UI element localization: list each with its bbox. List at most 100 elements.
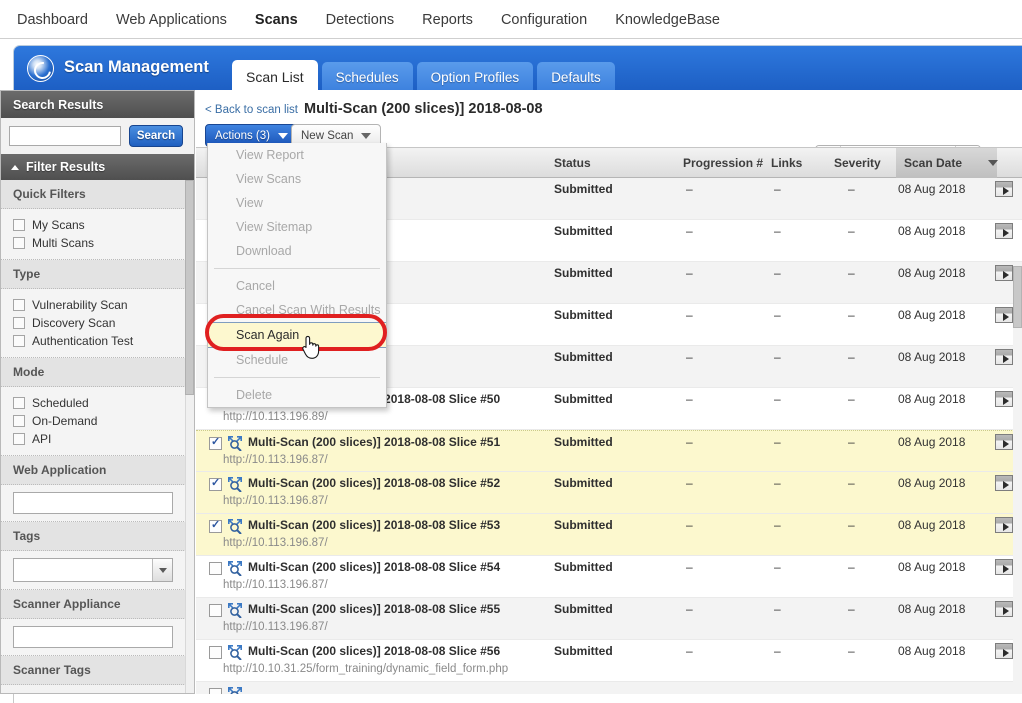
tab-schedules[interactable]: Schedules bbox=[321, 62, 413, 90]
chevron-down-icon bbox=[277, 132, 288, 139]
table-row[interactable]: Multi-Scan (200 slices)] 2018-08-08 Slic… bbox=[196, 598, 1022, 640]
scan-date: 08 Aug 2018 bbox=[898, 266, 966, 280]
table-row[interactable]: Multi-Scan (200 slices)] 2018-08-08 Slic… bbox=[196, 514, 1022, 556]
checkbox-label: Scheduled bbox=[32, 396, 89, 410]
scan-progression: – bbox=[686, 476, 693, 490]
column-header-scan-date[interactable]: Scan Date bbox=[896, 148, 999, 178]
scan-url[interactable]: http://10.10.31.25/form_training/dynamic… bbox=[223, 663, 508, 675]
run-scan-icon[interactable] bbox=[995, 307, 1013, 323]
checkbox-authentication-test[interactable]: Authentication Test bbox=[13, 332, 194, 350]
column-header-links[interactable]: Links bbox=[771, 148, 802, 178]
scan-links: – bbox=[774, 350, 781, 364]
menu-item-scan-again[interactable]: Scan Again bbox=[208, 322, 386, 348]
checkbox-box-icon bbox=[13, 397, 25, 409]
filter-results-header[interactable]: Filter Results bbox=[1, 154, 194, 180]
scan-name[interactable]: Multi-Scan (200 slices)] 2018-08-08 Slic… bbox=[248, 602, 500, 616]
checkbox-api[interactable]: API bbox=[13, 430, 194, 448]
scan-url[interactable]: http://10.113.196.87/ bbox=[223, 495, 328, 507]
run-scan-icon[interactable] bbox=[995, 223, 1013, 239]
scan-name[interactable]: Multi-Scan (200 slices)] 2018-08-08 Slic… bbox=[248, 518, 500, 532]
row-checkbox[interactable] bbox=[209, 604, 222, 617]
sidebar-scrollbar[interactable] bbox=[185, 180, 194, 693]
checkbox-box-icon bbox=[13, 219, 25, 231]
scan-progression: – bbox=[686, 266, 693, 280]
topnav-item-configuration[interactable]: Configuration bbox=[501, 12, 587, 28]
scan-name[interactable]: Multi-Scan (200 slices)] 2018-08-08 Slic… bbox=[248, 476, 500, 490]
run-scan-icon[interactable] bbox=[995, 643, 1013, 659]
scan-date: 08 Aug 2018 bbox=[898, 224, 966, 238]
menu-item-view-sitemap: View Sitemap bbox=[236, 220, 313, 234]
checkbox-on-demand[interactable]: On-Demand bbox=[13, 412, 194, 430]
search-input[interactable] bbox=[9, 126, 121, 146]
tab-defaults[interactable]: Defaults bbox=[537, 62, 615, 90]
scan-preview-icon[interactable] bbox=[227, 518, 243, 534]
scan-preview-icon[interactable] bbox=[227, 644, 243, 660]
scan-severity: – bbox=[848, 602, 855, 616]
group-body-mode: Scheduled On-Demand API bbox=[1, 387, 194, 456]
run-scan-icon[interactable] bbox=[995, 475, 1013, 491]
checkbox-discovery-scan[interactable]: Discovery Scan bbox=[13, 314, 194, 332]
scan-name[interactable]: Multi-Scan (200 slices)] 2018-08-08 Slic… bbox=[248, 435, 500, 449]
topnav-item-detections[interactable]: Detections bbox=[326, 12, 395, 28]
scanner-appliance-input[interactable] bbox=[13, 626, 173, 648]
scan-preview-icon[interactable] bbox=[227, 476, 243, 492]
table-row[interactable]: Multi-Scan (200 slices)] 2018-08-08 Slic… bbox=[196, 472, 1022, 514]
scan-preview-icon[interactable] bbox=[227, 602, 243, 618]
scan-severity: – bbox=[848, 266, 855, 280]
column-header-status[interactable]: Status bbox=[554, 148, 591, 178]
scan-url[interactable]: http://10.113.196.87/ bbox=[223, 579, 328, 591]
topnav-item-dashboard[interactable]: Dashboard bbox=[17, 12, 88, 28]
topnav-item-knowledgebase[interactable]: KnowledgeBase bbox=[615, 12, 720, 28]
scan-progression: – bbox=[686, 308, 693, 322]
checkbox-vulnerability-scan[interactable]: Vulnerability Scan bbox=[13, 296, 194, 314]
run-scan-icon[interactable] bbox=[995, 434, 1013, 450]
table-scrollbar[interactable] bbox=[1013, 266, 1022, 703]
row-checkbox[interactable] bbox=[209, 435, 222, 450]
row-checkbox[interactable] bbox=[209, 518, 222, 533]
topnav-item-scans[interactable]: Scans bbox=[255, 12, 298, 28]
run-scan-icon[interactable] bbox=[995, 391, 1013, 407]
run-scan-icon[interactable] bbox=[995, 601, 1013, 617]
chevron-down-icon[interactable] bbox=[152, 559, 172, 581]
table-scrollbar-thumb[interactable] bbox=[1013, 266, 1022, 328]
checkbox-label: My Scans bbox=[32, 218, 85, 232]
run-scan-icon[interactable] bbox=[995, 181, 1013, 197]
topnav-item-reports[interactable]: Reports bbox=[422, 12, 473, 28]
scan-preview-icon[interactable] bbox=[227, 560, 243, 576]
scan-status: Submitted bbox=[554, 602, 613, 616]
run-scan-icon[interactable] bbox=[995, 559, 1013, 575]
scan-name[interactable]: Multi-Scan (200 slices)] 2018-08-08 Slic… bbox=[248, 644, 500, 658]
row-checkbox[interactable] bbox=[209, 646, 222, 659]
scan-preview-icon[interactable] bbox=[227, 435, 243, 451]
scan-url[interactable]: http://10.113.196.87/ bbox=[223, 454, 328, 466]
checkbox-my-scans[interactable]: My Scans bbox=[13, 216, 194, 234]
topnav-item-web-applications[interactable]: Web Applications bbox=[116, 12, 227, 28]
row-checkbox[interactable] bbox=[209, 476, 222, 491]
table-row[interactable]: Multi-Scan (200 slices)] 2018-08-08 Slic… bbox=[196, 640, 1022, 682]
sidebar-scrollbar-thumb[interactable] bbox=[185, 180, 194, 395]
run-scan-icon[interactable] bbox=[995, 517, 1013, 533]
web-application-input[interactable] bbox=[13, 492, 173, 514]
tab-option-profiles[interactable]: Option Profiles bbox=[416, 62, 534, 90]
scan-links: – bbox=[774, 435, 781, 449]
scan-url[interactable]: http://10.113.196.87/ bbox=[223, 537, 328, 549]
checkbox-multi-scans[interactable]: Multi Scans bbox=[13, 234, 194, 252]
scan-links: – bbox=[774, 224, 781, 238]
table-row[interactable]: Multi-Scan (200 slices)] 2018-08-08 Slic… bbox=[196, 430, 1022, 472]
run-scan-icon[interactable] bbox=[995, 349, 1013, 365]
row-checkbox[interactable] bbox=[209, 562, 222, 575]
checkbox-scheduled[interactable]: Scheduled bbox=[13, 394, 194, 412]
table-row[interactable]: Multi-Scan (200 slices)] 2018-08-08 Slic… bbox=[196, 556, 1022, 598]
back-to-scan-list-link[interactable]: < Back to scan list bbox=[205, 104, 298, 116]
tab-scan-list[interactable]: Scan List bbox=[232, 60, 318, 90]
column-header-progression[interactable]: Progression # bbox=[683, 148, 763, 178]
scan-name[interactable]: Multi-Scan (200 slices)] 2018-08-08 Slic… bbox=[248, 560, 500, 574]
scan-url[interactable]: http://10.113.196.89/ bbox=[223, 411, 328, 423]
scan-url[interactable]: http://10.113.196.87/ bbox=[223, 621, 328, 633]
scan-date: 08 Aug 2018 bbox=[898, 392, 966, 406]
tags-select[interactable] bbox=[13, 558, 173, 582]
search-row: Search bbox=[1, 118, 194, 154]
search-button[interactable]: Search bbox=[129, 125, 183, 147]
run-scan-icon[interactable] bbox=[995, 265, 1013, 281]
column-header-severity[interactable]: Severity bbox=[834, 148, 881, 178]
